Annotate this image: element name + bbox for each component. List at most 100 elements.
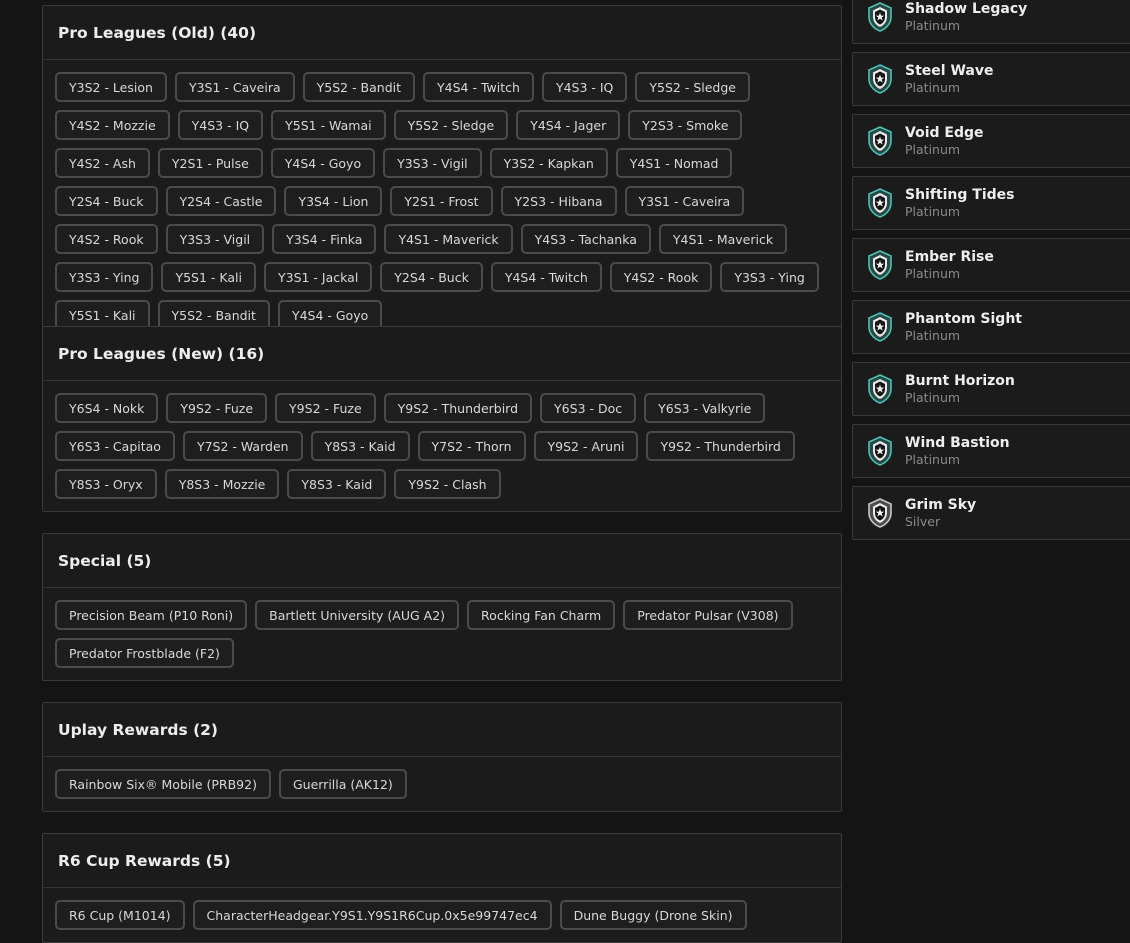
item-chip[interactable]: Dune Buggy (Drone Skin) — [559, 900, 747, 930]
item-chip-list: Y3S2 - Lesion Y3S1 - Caveira Y5S2 - Bandit… — [43, 60, 841, 342]
item-chip[interactable]: Y2S4 - Buck — [55, 186, 158, 216]
rank-text: Grim Sky Silver — [905, 497, 976, 529]
season-rank-item[interactable]: Void Edge Platinum — [852, 114, 1130, 168]
season-rank-item[interactable]: Shadow Legacy Platinum — [852, 0, 1130, 44]
item-chip[interactable]: Y3S1 - Jackal — [263, 262, 373, 292]
item-chip[interactable]: Y5S2 - Sledge — [393, 110, 509, 140]
item-chip[interactable]: Y8S3 - Mozzie — [164, 469, 280, 499]
item-chip[interactable]: Bartlett University (AUG A2) — [255, 600, 460, 630]
item-chip[interactable]: Y4S2 - Rook — [55, 224, 158, 254]
item-chip[interactable]: Y3S3 - Ying — [55, 262, 154, 292]
rank-text: Shadow Legacy Platinum — [905, 1, 1027, 33]
section-title: Pro Leagues (New) (16) — [43, 327, 841, 381]
item-chip[interactable]: Y9S2 - Fuze — [275, 393, 376, 423]
item-chip[interactable]: Y2S1 - Frost — [390, 186, 493, 216]
rank-tier: Platinum — [905, 390, 961, 405]
item-chip[interactable]: R6 Cup (M1014) — [55, 900, 185, 930]
item-chip[interactable]: Y8S3 - Oryx — [55, 469, 157, 499]
item-chip[interactable]: Y3S1 - Caveira — [174, 72, 295, 102]
silver-rank-icon — [867, 498, 893, 528]
item-chip[interactable]: Y3S1 - Caveira — [624, 186, 745, 216]
item-chip[interactable]: Y4S3 - Tachanka — [520, 224, 651, 254]
platinum-rank-icon — [867, 126, 893, 156]
item-chip[interactable]: Y9S2 - Clash — [394, 469, 501, 499]
item-chip-list: Rainbow Six® Mobile (PRB92) Guerrilla (AK… — [43, 757, 841, 811]
item-chip[interactable]: Y6S4 - Nokk — [55, 393, 159, 423]
platinum-rank-icon — [867, 188, 893, 218]
season-rank-item[interactable]: Wind Bastion Platinum — [852, 424, 1130, 478]
section-title: R6 Cup Rewards (5) — [43, 834, 841, 888]
item-chip[interactable]: Y9S2 - Aruni — [533, 431, 639, 461]
section-pro-leagues-old: Pro Leagues (Old) (40) Y3S2 - Lesion Y3S1… — [42, 5, 842, 343]
item-chip[interactable]: Y3S4 - Finka — [272, 224, 377, 254]
item-chip[interactable]: Y2S1 - Pulse — [157, 148, 263, 178]
item-chip[interactable]: Y4S4 - Twitch — [423, 72, 534, 102]
item-chip[interactable]: Y5S1 - Kali — [161, 262, 256, 292]
season-name: Burnt Horizon — [905, 373, 1015, 389]
season-rank-item[interactable]: Ember Rise Platinum — [852, 238, 1130, 292]
item-chip[interactable]: Y4S1 - Maverick — [384, 224, 513, 254]
item-chip[interactable]: Precision Beam (P10 Roni) — [55, 600, 248, 630]
rank-tier: Platinum — [905, 452, 961, 467]
item-chip-list: Precision Beam (P10 Roni) Bartlett Univer… — [43, 588, 841, 680]
item-chip[interactable]: Y2S4 - Castle — [165, 186, 277, 216]
section-special: Special (5) Precision Beam (P10 Roni) Bar… — [42, 533, 842, 681]
item-chip[interactable]: Rainbow Six® Mobile (PRB92) — [55, 769, 271, 799]
season-rank-item[interactable]: Phantom Sight Platinum — [852, 300, 1130, 354]
rank-tier: Platinum — [905, 204, 961, 219]
rank-tier: Platinum — [905, 80, 961, 95]
item-chip[interactable]: Predator Pulsar (V308) — [623, 600, 793, 630]
item-chip[interactable]: Y4S1 - Nomad — [615, 148, 733, 178]
item-chip[interactable]: Y4S2 - Mozzie — [55, 110, 170, 140]
item-chip[interactable]: Y4S2 - Ash — [55, 148, 150, 178]
item-chip[interactable]: Y4S2 - Rook — [609, 262, 713, 292]
item-chip[interactable]: Y4S3 - IQ — [177, 110, 264, 140]
item-chip[interactable]: Y4S4 - Goyo — [270, 148, 376, 178]
item-chip[interactable]: Y8S3 - Kaid — [287, 469, 387, 499]
item-chip[interactable]: Y7S2 - Warden — [182, 431, 303, 461]
item-chip[interactable]: Y4S4 - Twitch — [490, 262, 602, 292]
item-chip[interactable]: Y8S3 - Kaid — [310, 431, 410, 461]
season-rank-item[interactable]: Steel Wave Platinum — [852, 52, 1130, 106]
season-name: Steel Wave — [905, 63, 994, 79]
item-chip[interactable]: Y3S2 - Lesion — [55, 72, 167, 102]
item-chip[interactable]: Y3S3 - Vigil — [383, 148, 482, 178]
item-chip[interactable]: Y6S3 - Valkyrie — [644, 393, 766, 423]
item-chip[interactable]: Y9S2 - Thunderbird — [383, 393, 533, 423]
rank-text: Phantom Sight Platinum — [905, 311, 1022, 343]
item-chip[interactable]: Y4S1 - Maverick — [658, 224, 788, 254]
item-chip[interactable]: Y2S4 - Buck — [380, 262, 483, 292]
item-chip[interactable]: Y4S4 - Jager — [516, 110, 621, 140]
item-chip[interactable]: Y9S2 - Fuze — [166, 393, 268, 423]
item-chip[interactable]: Y6S3 - Capitao — [55, 431, 175, 461]
season-rank-item[interactable]: Grim Sky Silver — [852, 486, 1130, 540]
item-chip-list: R6 Cup (M1014) CharacterHeadgear.Y9S1.Y9S… — [43, 888, 841, 942]
platinum-rank-icon — [867, 64, 893, 94]
item-chip[interactable]: Y3S3 - Vigil — [165, 224, 265, 254]
season-name: Void Edge — [905, 125, 984, 141]
item-chip[interactable]: Y9S2 - Thunderbird — [646, 431, 795, 461]
item-chip[interactable]: Y2S3 - Smoke — [628, 110, 743, 140]
season-rank-item[interactable]: Shifting Tides Platinum — [852, 176, 1130, 230]
item-chip[interactable]: Y5S2 - Bandit — [302, 72, 416, 102]
item-chip[interactable]: Y4S3 - IQ — [541, 72, 628, 102]
item-chip[interactable]: Y5S2 - Sledge — [635, 72, 750, 102]
section-r6-cup-rewards: R6 Cup Rewards (5) R6 Cup (M1014) Charact… — [42, 833, 842, 943]
item-chip[interactable]: Y2S3 - Hibana — [500, 186, 617, 216]
item-chip[interactable]: CharacterHeadgear.Y9S1.Y9S1R6Cup.0x5e997… — [192, 900, 552, 930]
item-chip[interactable]: Y3S4 - Lion — [284, 186, 383, 216]
item-chip[interactable]: Rocking Fan Charm — [467, 600, 616, 630]
item-chip[interactable]: Y3S2 - Kapkan — [489, 148, 608, 178]
rank-tier: Silver — [905, 514, 941, 529]
item-chip[interactable]: Predator Frostblade (F2) — [55, 638, 234, 668]
item-chip[interactable]: Y3S3 - Ying — [720, 262, 819, 292]
item-chip[interactable]: Y5S1 - Wamai — [271, 110, 386, 140]
section-title: Pro Leagues (Old) (40) — [43, 6, 841, 60]
rank-tier: Platinum — [905, 266, 961, 281]
item-chip[interactable]: Guerrilla (AK12) — [278, 769, 407, 799]
season-rank-item[interactable]: Burnt Horizon Platinum — [852, 362, 1130, 416]
item-chip[interactable]: Y7S2 - Thorn — [417, 431, 526, 461]
rank-text: Ember Rise Platinum — [905, 249, 994, 281]
item-chip[interactable]: Y6S3 - Doc — [540, 393, 637, 423]
section-title: Uplay Rewards (2) — [43, 703, 841, 757]
